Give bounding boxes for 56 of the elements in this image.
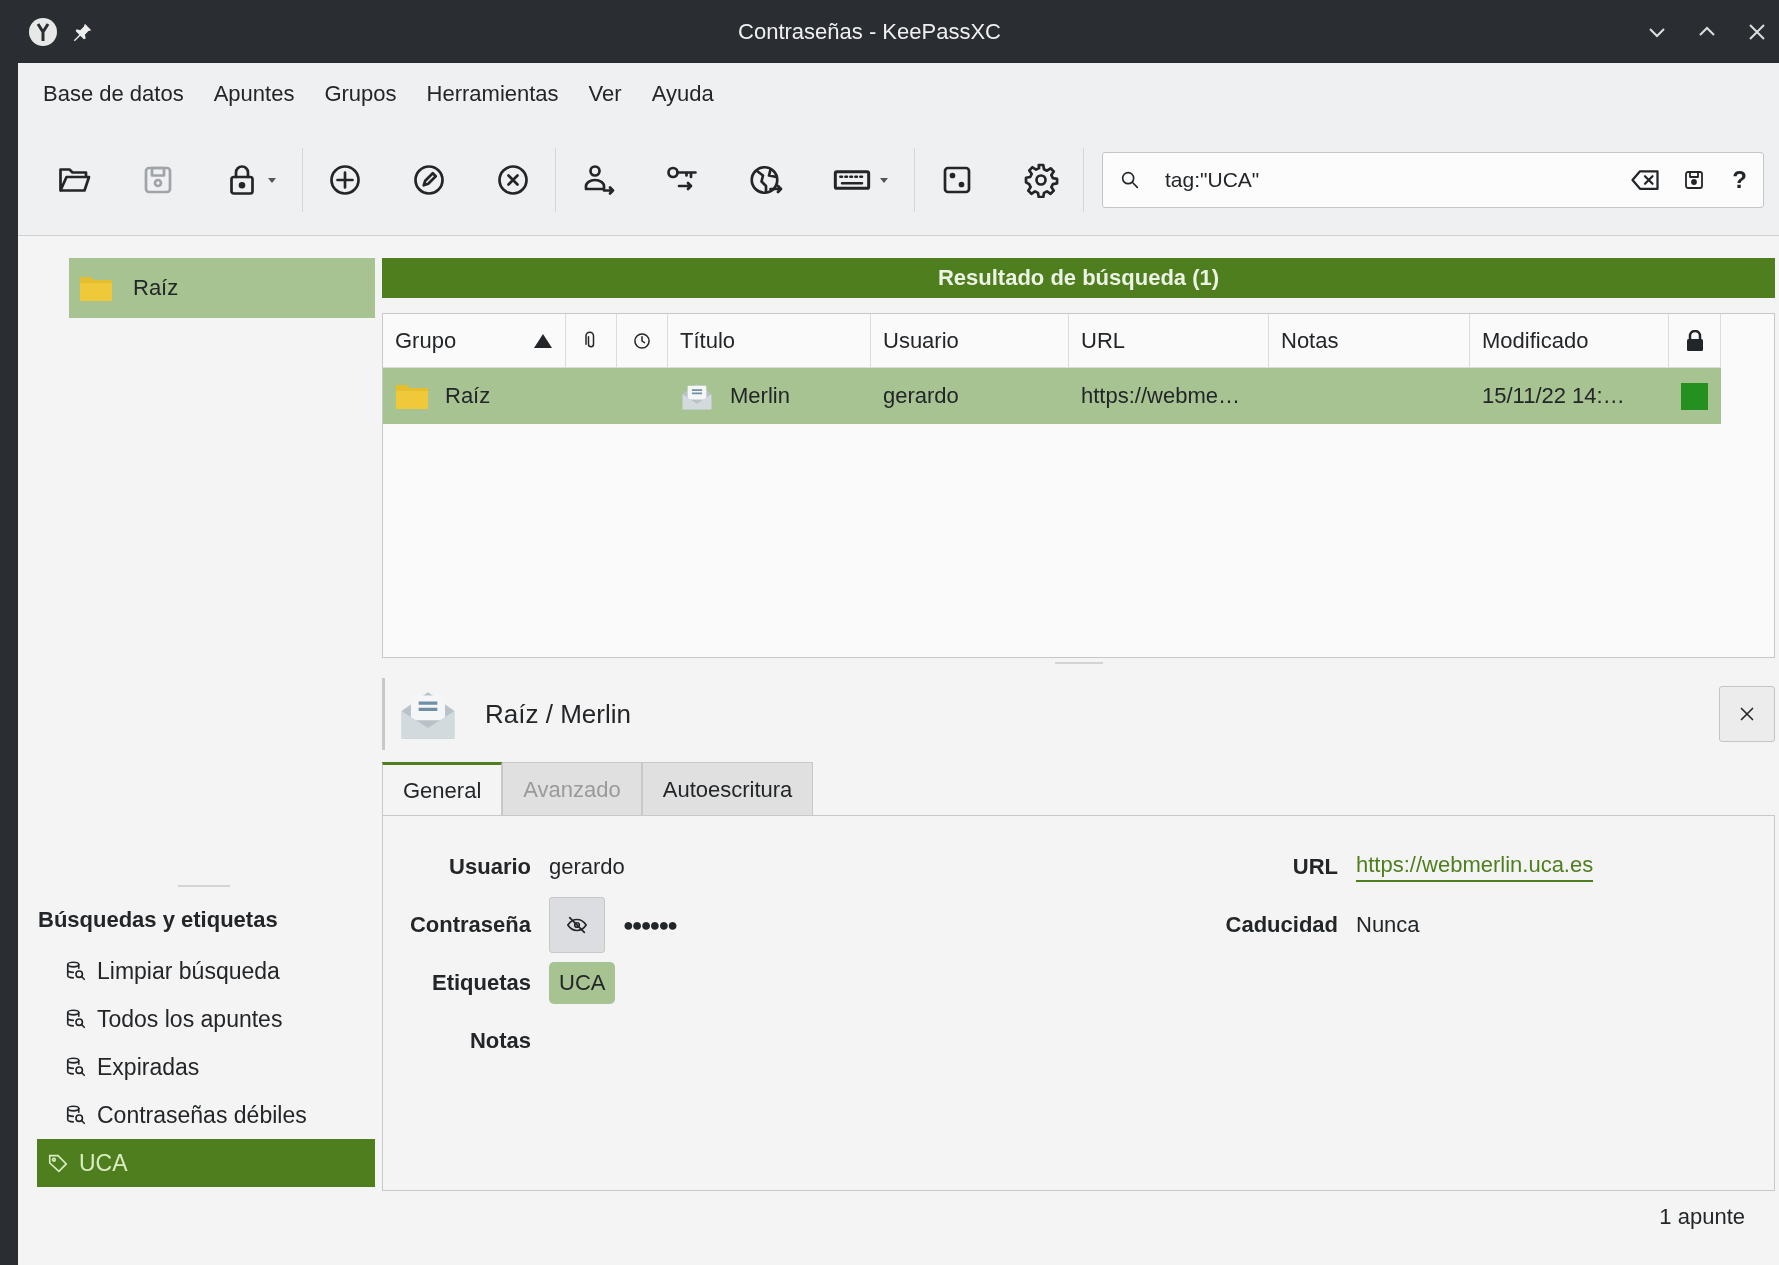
field-value: Nunca (1356, 912, 1420, 938)
tab[interactable]: General (382, 762, 503, 816)
field-label: Usuario (448, 853, 531, 881)
field-value: gerardo (549, 854, 625, 880)
field-label: URL (1291, 853, 1338, 881)
table-cell: https://webme… (1081, 383, 1240, 409)
database-search-icon (65, 1008, 87, 1030)
menu-item[interactable]: Herramientas (411, 75, 574, 113)
results-header: Resultado de búsqueda (1) (382, 258, 1775, 298)
tag-chip: UCA (549, 962, 616, 1004)
close-button[interactable] (1719, 686, 1775, 742)
settings-icon[interactable] (1023, 162, 1059, 198)
clock-icon (632, 330, 652, 351)
search-item[interactable]: Expiradas (37, 1043, 375, 1091)
table-cell: 15/11/22 14:… (1482, 383, 1625, 409)
menu-item[interactable]: Ayuda (636, 75, 729, 113)
tab[interactable]: Autoescritura (641, 762, 814, 816)
reveal-password-button[interactable] (549, 897, 605, 953)
field-label: Etiquetas (430, 969, 531, 997)
eye-slash-icon (566, 914, 588, 936)
entry-row[interactable]: Raíz Merlin gerardo https://webme… 15/11/22 14:… (383, 368, 1721, 424)
folder-icon (79, 274, 113, 302)
help-button[interactable]: ? (1728, 166, 1751, 194)
field-label: Caducidad (1224, 911, 1338, 939)
section-heading: Búsquedas y etiquetas (38, 907, 279, 933)
database-search-icon (65, 1104, 87, 1126)
database-search-icon (65, 960, 87, 982)
password-dots: ●●●●●● (623, 914, 677, 936)
tag-icon (47, 1152, 69, 1174)
table-cell: Raíz (445, 383, 491, 409)
search-icon (1119, 169, 1141, 191)
search-item[interactable]: Limpiar búsqueda (37, 947, 375, 995)
add-icon[interactable] (327, 162, 363, 198)
table-cell: Merlin (730, 383, 790, 409)
lock-icon (1684, 329, 1705, 352)
field-label: Notas (468, 1027, 531, 1055)
menu-item[interactable]: Grupos (309, 75, 412, 113)
entry-title: Raíz / Merlin (485, 698, 632, 730)
menu-item[interactable]: Apuntes (198, 75, 310, 113)
search-item[interactable]: Contraseñas débiles (37, 1091, 375, 1139)
menu-item[interactable]: Base de datos (28, 75, 199, 113)
search-item[interactable]: UCA (37, 1139, 375, 1187)
search-item[interactable]: Todos los apuntes (37, 995, 375, 1043)
app-logo-icon (28, 16, 58, 47)
window-title: Contraseñas - KeePassXC (737, 18, 1002, 45)
table-cell: gerardo (883, 383, 959, 409)
search-field[interactable]: tag:"UCA" ? (1102, 152, 1764, 208)
url-link[interactable]: https://webmerlin.uca.es (1356, 852, 1594, 882)
status-text: 1 apunte (1659, 1204, 1745, 1230)
menu-item[interactable]: Ver (573, 75, 637, 113)
edit-icon[interactable] (411, 162, 447, 198)
folder-icon (395, 382, 429, 410)
delete-icon[interactable] (495, 162, 531, 198)
field-label: Contraseña (408, 911, 531, 939)
database-search-icon (65, 1056, 87, 1078)
group-item[interactable]: Raíz (69, 258, 375, 318)
